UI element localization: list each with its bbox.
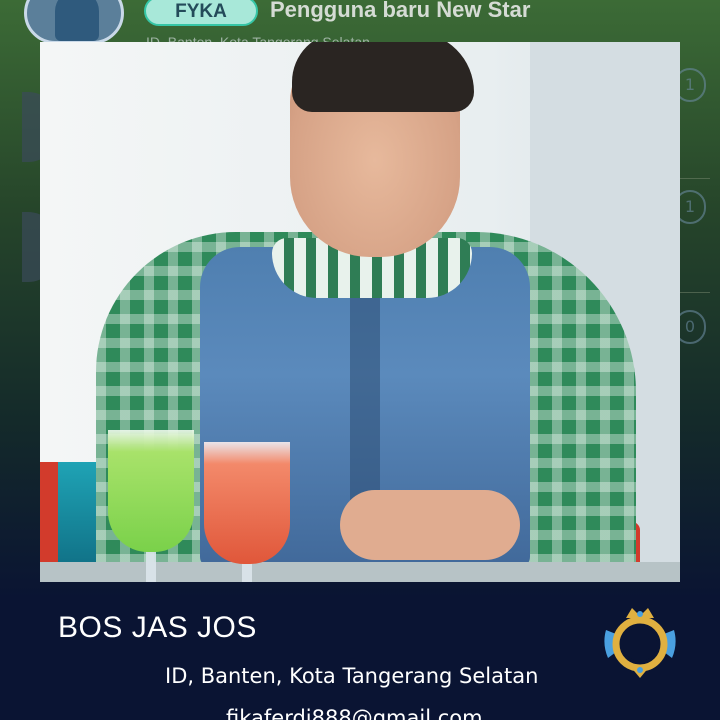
background-list-header: FYKA Pengguna baru New Star ID, Banten, …: [0, 0, 720, 50]
crown-ring-emblem-icon[interactable]: [600, 604, 680, 680]
profile-photo[interactable]: [40, 42, 680, 582]
profile-email[interactable]: fikaferdi888@gmail.com: [226, 706, 483, 720]
profile-location: ID, Banten, Kota Tangerang Selatan: [165, 664, 539, 688]
photo-person-hands: [340, 490, 520, 560]
photo-green-drink: [108, 430, 194, 552]
photo-red-drink: [204, 442, 290, 564]
profile-name: BOS JAS JOS: [58, 611, 257, 644]
background-avatar[interactable]: [24, 0, 124, 44]
background-user-badge: FYKA: [144, 0, 258, 26]
photo-person-hair: [292, 42, 474, 112]
background-username[interactable]: Pengguna baru New Star: [270, 0, 530, 23]
photo-table: [40, 562, 680, 582]
